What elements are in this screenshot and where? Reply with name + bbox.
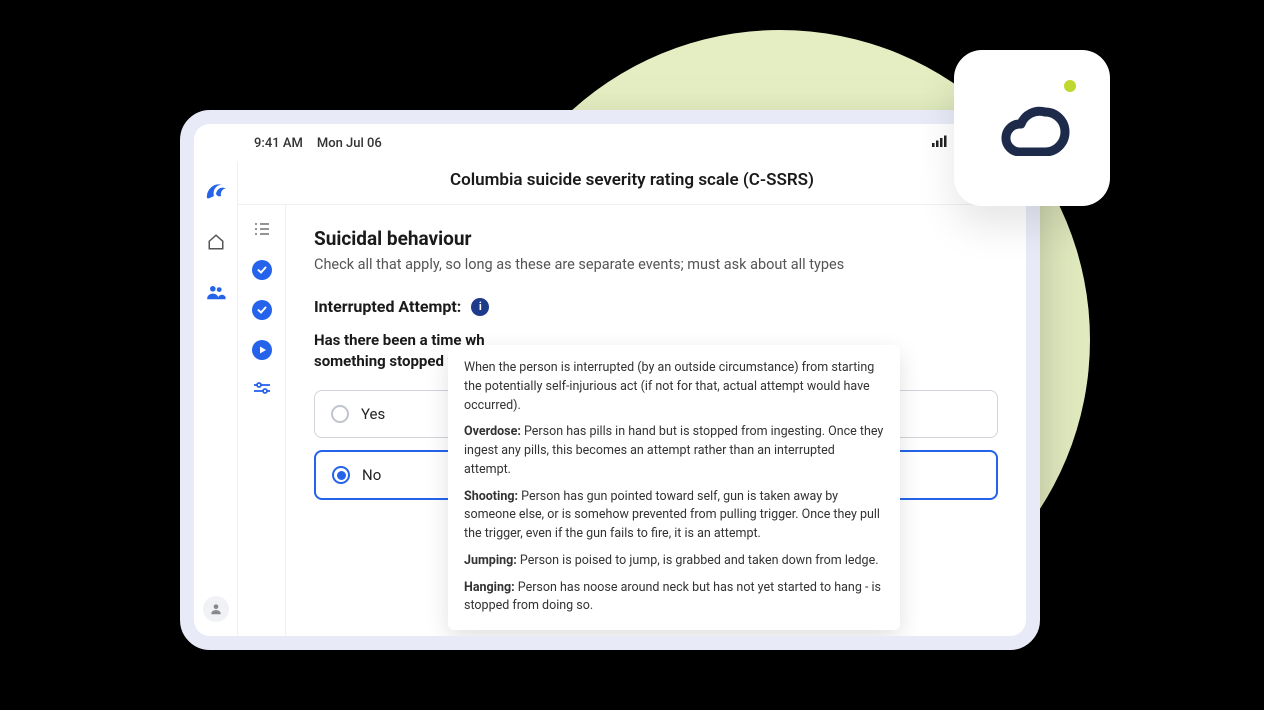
section-title: Suicidal behaviour [314, 227, 998, 250]
side-nav [194, 162, 238, 636]
info-tooltip: When the person is interrupted (by an ou… [448, 345, 900, 630]
radio-label-yes: Yes [361, 405, 385, 423]
status-bar: 9:41 AM Mon Jul 06 100% [194, 124, 1026, 162]
section-subtitle: Check all that apply, so long as these a… [314, 256, 998, 273]
question-label: Interrupted Attempt: [314, 297, 461, 316]
signal-icon [932, 135, 948, 151]
radio-label-no: No [362, 466, 381, 484]
step-1-done[interactable] [252, 260, 272, 280]
step-2-done[interactable] [252, 300, 272, 320]
status-time: 9:41 AM [254, 136, 303, 151]
radio-circle-icon [331, 405, 349, 423]
tooltip-hanging: Hanging: Person has noose around neck bu… [464, 579, 884, 617]
home-icon[interactable] [206, 232, 226, 252]
step-3-current[interactable] [252, 340, 272, 360]
cloud-icon [993, 100, 1071, 156]
cloud-app-badge [954, 50, 1110, 206]
page-title: Columbia suicide severity rating scale (… [238, 162, 1026, 205]
users-icon[interactable] [206, 282, 226, 302]
status-date: Mon Jul 06 [317, 136, 382, 151]
info-icon[interactable]: i [471, 298, 489, 316]
tooltip-intro: When the person is interrupted (by an ou… [464, 359, 884, 415]
app-logo-icon [204, 180, 228, 202]
step-4-settings-icon[interactable] [253, 380, 271, 399]
tablet-frame: 9:41 AM Mon Jul 06 100% [180, 110, 1040, 650]
radio-circle-icon [332, 466, 350, 484]
badge-dot-icon [1064, 80, 1076, 92]
avatar-icon[interactable] [203, 596, 229, 622]
form-area: Suicidal behaviour Check all that apply,… [286, 205, 1026, 636]
tooltip-overdose: Overdose: Person has pills in hand but i… [464, 423, 884, 479]
tooltip-shooting: Shooting: Person has gun pointed toward … [464, 488, 884, 544]
progress-steps [238, 205, 286, 636]
tooltip-jumping: Jumping: Person is poised to jump, is gr… [464, 552, 884, 571]
list-icon[interactable] [253, 221, 271, 240]
